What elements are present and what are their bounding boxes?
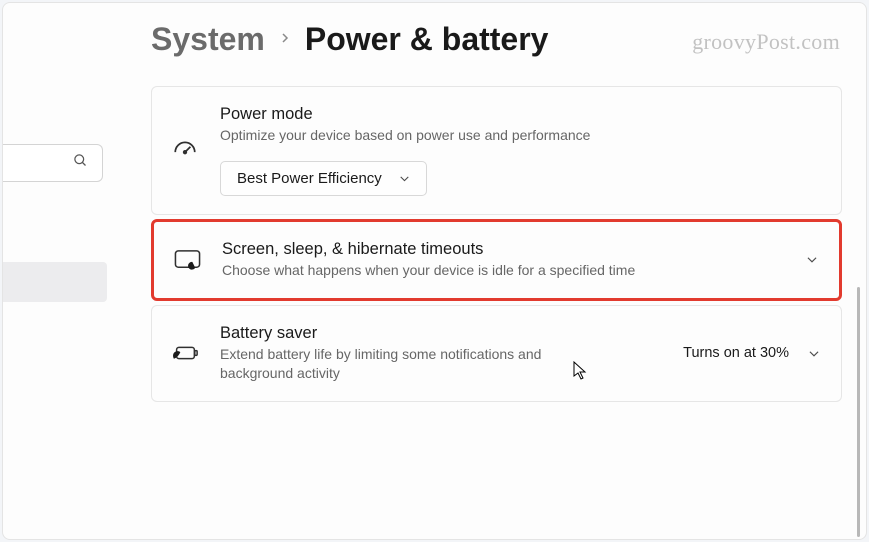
battery-saver-card[interactable]: Battery saver Extend battery life by lim…	[151, 305, 842, 402]
battery-leaf-icon	[170, 343, 200, 363]
dropdown-value: Best Power Efficiency	[237, 170, 382, 187]
search-icon	[73, 153, 88, 173]
card-title: Power mode	[220, 105, 821, 124]
page-title: Power & battery	[305, 21, 549, 58]
breadcrumb: System Power & battery	[151, 21, 842, 58]
card-title: Screen, sleep, & hibernate timeouts	[222, 240, 785, 259]
card-title: Battery saver	[220, 324, 663, 343]
timeouts-card[interactable]: Screen, sleep, & hibernate timeouts Choo…	[151, 219, 842, 301]
scrollbar[interactable]	[857, 287, 860, 537]
breadcrumb-parent[interactable]: System	[151, 21, 265, 58]
search-input[interactable]	[3, 144, 103, 182]
card-description: Extend battery life by limiting some not…	[220, 345, 560, 383]
power-mode-dropdown[interactable]: Best Power Efficiency	[220, 161, 427, 196]
chevron-right-icon	[279, 27, 291, 53]
power-mode-card: Power mode Optimize your device based on…	[151, 86, 842, 215]
chevron-down-icon	[807, 346, 821, 360]
card-description: Choose what happens when your device is …	[222, 261, 785, 280]
status-text: Turns on at 30%	[683, 345, 789, 361]
screen-sleep-icon	[172, 249, 202, 271]
gauge-icon	[170, 137, 200, 163]
sidebar-selected-item[interactable]	[3, 262, 107, 302]
card-description: Optimize your device based on power use …	[220, 126, 821, 145]
chevron-down-icon	[398, 171, 412, 185]
chevron-down-icon	[805, 253, 819, 267]
